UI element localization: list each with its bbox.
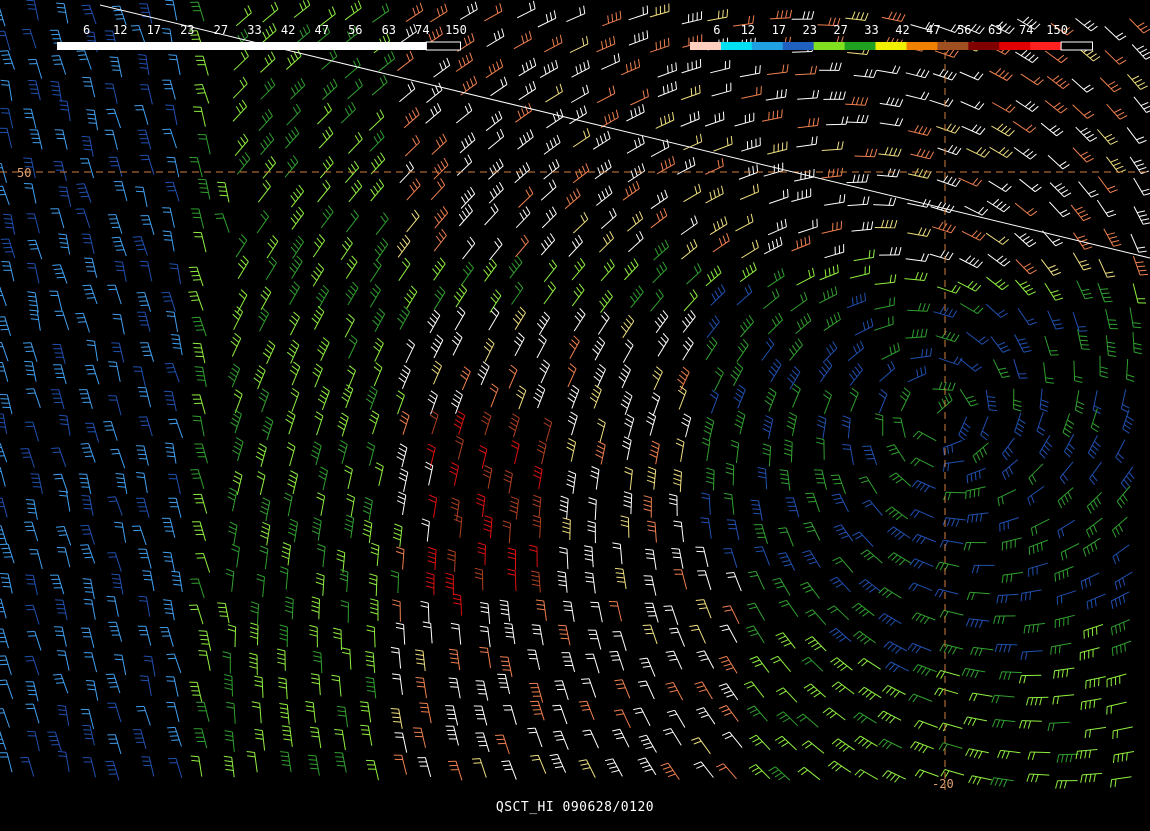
legend-right-swatch <box>875 42 907 50</box>
legend-left-label: 63 <box>382 23 396 37</box>
legend-right-swatch <box>999 42 1031 50</box>
legend-right-label: 33 <box>864 23 878 37</box>
legend-right-swatch <box>906 42 938 50</box>
legend-right-swatch <box>782 42 815 50</box>
legend-left-label: 56 <box>348 23 362 37</box>
longitude-label: -20 <box>932 777 954 791</box>
image-caption: QSCT_HI 090628/0120 <box>495 800 655 815</box>
legend-left-swatch <box>425 41 461 51</box>
legend-left-label: 74 <box>415 23 429 37</box>
legend-right-label: 74 <box>1019 23 1033 37</box>
legend-right-label: 17 <box>772 23 786 37</box>
legend-right-label: 63 <box>988 23 1002 37</box>
legend-left-swatch <box>359 42 394 50</box>
legend-right-label: 150 <box>1046 23 1068 37</box>
legend-right-swatch <box>751 42 784 50</box>
legend-left-swatch <box>90 42 125 50</box>
legend-right-label: 27 <box>833 23 847 37</box>
legend-right-swatch <box>968 42 1000 50</box>
latitude-label: 50 <box>17 166 31 180</box>
legend-left-label: 23 <box>180 23 194 37</box>
legend-left-label: 12 <box>113 23 127 37</box>
legend-left-swatch <box>157 42 192 50</box>
legend-right-label: 6 <box>713 23 720 37</box>
legend-right-label: 42 <box>895 23 909 37</box>
legend-left-label: 42 <box>281 23 295 37</box>
legend-left-label: 27 <box>214 23 228 37</box>
legend-left-label: 33 <box>247 23 261 37</box>
legend-right-label: 47 <box>926 23 940 37</box>
legend-left-swatch <box>258 42 293 50</box>
legend-right-swatch <box>690 42 722 50</box>
legend-left-label: 150 <box>445 23 467 37</box>
legend-left-label: 17 <box>147 23 161 37</box>
legend-right-label: 56 <box>957 23 971 37</box>
wind-barb-map: 50 -20 6 12 17 23 27 33 42 47 56 63 74 150 6 12 17 23 2… <box>0 0 1150 831</box>
legend-left-swatch <box>124 42 159 50</box>
legend-left-label: 47 <box>314 23 328 37</box>
legend-right-swatch <box>720 42 753 50</box>
legend-left-swatch <box>224 42 259 50</box>
legend-left-swatch <box>392 42 427 50</box>
legend-right-swatch <box>1060 41 1093 51</box>
legend-right-swatch <box>1030 42 1062 50</box>
legend-right-swatch <box>937 42 969 50</box>
legend-left-swatch <box>292 42 327 50</box>
legend-left-swatch <box>57 42 92 50</box>
legend-left-swatch <box>325 42 360 50</box>
legend-right-swatch <box>813 42 846 50</box>
legend-right-label: 12 <box>741 23 755 37</box>
legend-right-label: 23 <box>802 23 816 37</box>
legend-left-label: 6 <box>83 23 90 37</box>
legend-left-swatch <box>191 42 226 50</box>
legend-right-swatch <box>844 42 876 50</box>
